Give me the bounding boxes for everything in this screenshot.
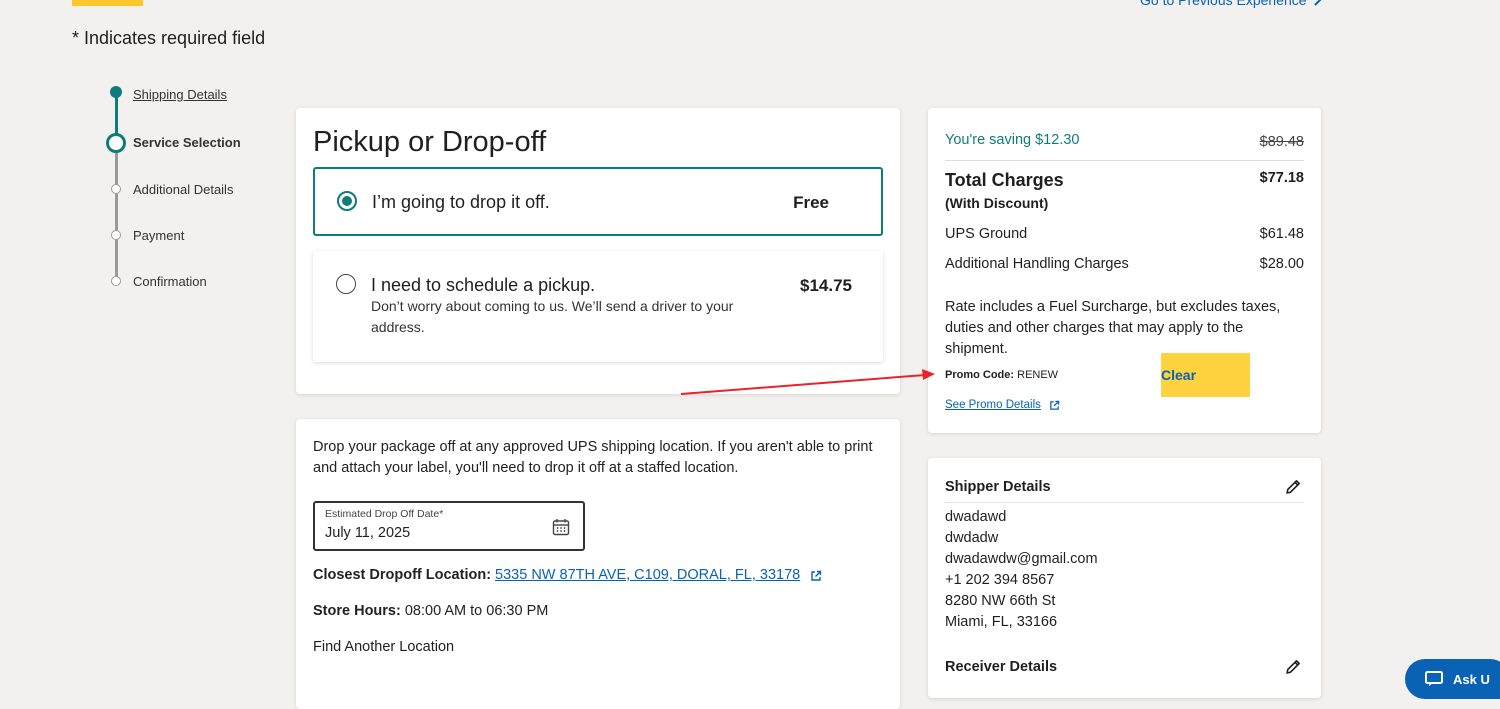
- step-service-selection: Service Selection: [133, 135, 241, 150]
- shipper-line: +1 202 394 8567: [945, 572, 1055, 588]
- dropoff-intro-text: Drop your package off at any approved UP…: [313, 439, 873, 476]
- original-price: $89.48: [1259, 134, 1304, 150]
- pickup-dropoff-card: Pickup or Drop-off I’m going to drop it …: [296, 108, 900, 394]
- charge-line-label: UPS Ground: [945, 226, 1028, 242]
- charge-line-value: $28.00: [1259, 256, 1304, 272]
- dropoff-details-card: Drop your package off at any approved UP…: [296, 419, 900, 709]
- promo-code-row: Promo Code: RENEW: [945, 369, 1058, 381]
- pencil-icon[interactable]: [1284, 658, 1302, 676]
- step-dot-completed: [110, 86, 122, 98]
- charge-line: UPS Ground $61.48: [945, 226, 1304, 242]
- calendar-icon[interactable]: [552, 518, 570, 536]
- saving-row: You're saving $12.30 $89.48: [945, 132, 1304, 150]
- external-link-icon[interactable]: [810, 570, 822, 582]
- step-confirmation: Confirmation: [133, 274, 207, 289]
- charge-line-label: Additional Handling Charges: [945, 256, 1129, 272]
- shipper-divider: [945, 502, 1304, 503]
- chat-icon: [1425, 671, 1443, 686]
- chevron-right-icon: [1313, 0, 1321, 6]
- shipper-line: dwdadw: [945, 530, 999, 546]
- option-drop-off[interactable]: I’m going to drop it off. Free: [313, 167, 883, 236]
- stepper-line-upcoming: [115, 142, 118, 282]
- promo-code-value: RENEW: [1017, 369, 1059, 381]
- charge-line: Additional Handling Charges $28.00: [945, 256, 1304, 272]
- step-dot-upcoming: [111, 184, 121, 194]
- option-drop-off-price: Free: [793, 193, 829, 212]
- option-drop-off-title: I’m going to drop it off.: [372, 192, 550, 212]
- option-pickup-description: Don’t worry about coming to us. We’ll se…: [371, 298, 734, 335]
- charges-summary-card: You're saving $12.30 $89.48 Total Charge…: [928, 108, 1321, 433]
- shipper-line: dwadawdw@gmail.com: [945, 551, 1098, 567]
- pickup-dropoff-title: Pickup or Drop-off: [313, 126, 547, 158]
- shipper-line: Miami, FL, 33166: [945, 614, 1058, 630]
- external-link-icon[interactable]: [1049, 400, 1060, 411]
- option-schedule-pickup[interactable]: I need to schedule a pickup. $14.75 Don’…: [313, 251, 883, 362]
- ask-chat-button[interactable]: Ask U: [1405, 659, 1500, 699]
- radio-drop-off[interactable]: [337, 191, 357, 211]
- summary-divider: [945, 160, 1304, 161]
- clear-promo-button[interactable]: Clear: [1161, 353, 1250, 397]
- shipper-details-title: Shipper Details: [945, 479, 1051, 495]
- step-dot-upcoming: [111, 276, 121, 286]
- required-field-note: * Indicates required field: [72, 28, 266, 48]
- total-charges-label: Total Charges: [945, 170, 1064, 190]
- receiver-details-title: Receiver Details: [945, 659, 1058, 675]
- shipper-receiver-card: Shipper Details dwadawd dwdadw dwadawdw@…: [928, 458, 1321, 698]
- option-pickup-title: I need to schedule a pickup.: [371, 275, 596, 295]
- ask-chat-label: Ask U: [1453, 671, 1490, 687]
- step-additional-details: Additional Details: [133, 182, 234, 197]
- pencil-icon[interactable]: [1284, 478, 1302, 496]
- step-shipping-details[interactable]: Shipping Details: [133, 87, 227, 102]
- drop-off-date-field[interactable]: Estimated Drop Off Date* July 11, 2025: [313, 501, 585, 551]
- saving-text: You're saving $12.30: [945, 132, 1080, 148]
- drop-off-date-label: Estimated Drop Off Date*: [325, 508, 444, 520]
- step-dot-current: [106, 133, 126, 153]
- store-hours-label: Store Hours:: [313, 603, 401, 619]
- option-pickup-price: $14.75: [800, 276, 852, 295]
- drop-off-date-value: July 11, 2025: [325, 525, 411, 541]
- step-dot-upcoming: [111, 230, 121, 240]
- previous-experience-link[interactable]: Go to Previous Experience: [1140, 0, 1323, 8]
- see-promo-details-row: See Promo Details: [945, 399, 1060, 411]
- total-charges-sublabel: (With Discount): [945, 195, 1049, 211]
- radio-schedule-pickup[interactable]: [336, 274, 356, 294]
- shipper-line: dwadawd: [945, 509, 1007, 525]
- closest-location-label: Closest Dropoff Location:: [313, 567, 492, 583]
- see-promo-details-link[interactable]: See Promo Details: [945, 399, 1041, 411]
- promo-code-label: Promo Code:: [945, 369, 1015, 381]
- total-charges-value: $77.18: [1259, 170, 1304, 186]
- closest-location-row: Closest Dropoff Location: 5335 NW 87TH A…: [313, 565, 822, 586]
- charge-line-value: $61.48: [1259, 226, 1304, 242]
- step-payment: Payment: [133, 228, 185, 243]
- closest-location-link[interactable]: 5335 NW 87TH AVE, C109, DORAL, FL, 33178: [495, 565, 800, 586]
- rate-note: Rate includes a Fuel Surcharge, but excl…: [945, 299, 1281, 357]
- store-hours-value: 08:00 AM to 06:30 PM: [404, 603, 549, 619]
- header-accent-bar: [72, 0, 143, 6]
- previous-experience-label: Go to Previous Experience: [1140, 0, 1307, 8]
- total-charges-row: Total Charges $77.18: [945, 170, 1304, 191]
- shipper-line: 8280 NW 66th St: [945, 593, 1056, 609]
- store-hours-row: Store Hours: 08:00 AM to 06:30 PM: [313, 601, 548, 622]
- shipper-address-block: dwadawd dwdadw dwadawdw@gmail.com +1 202…: [945, 507, 1098, 633]
- find-another-location-link[interactable]: Find Another Location: [313, 637, 454, 658]
